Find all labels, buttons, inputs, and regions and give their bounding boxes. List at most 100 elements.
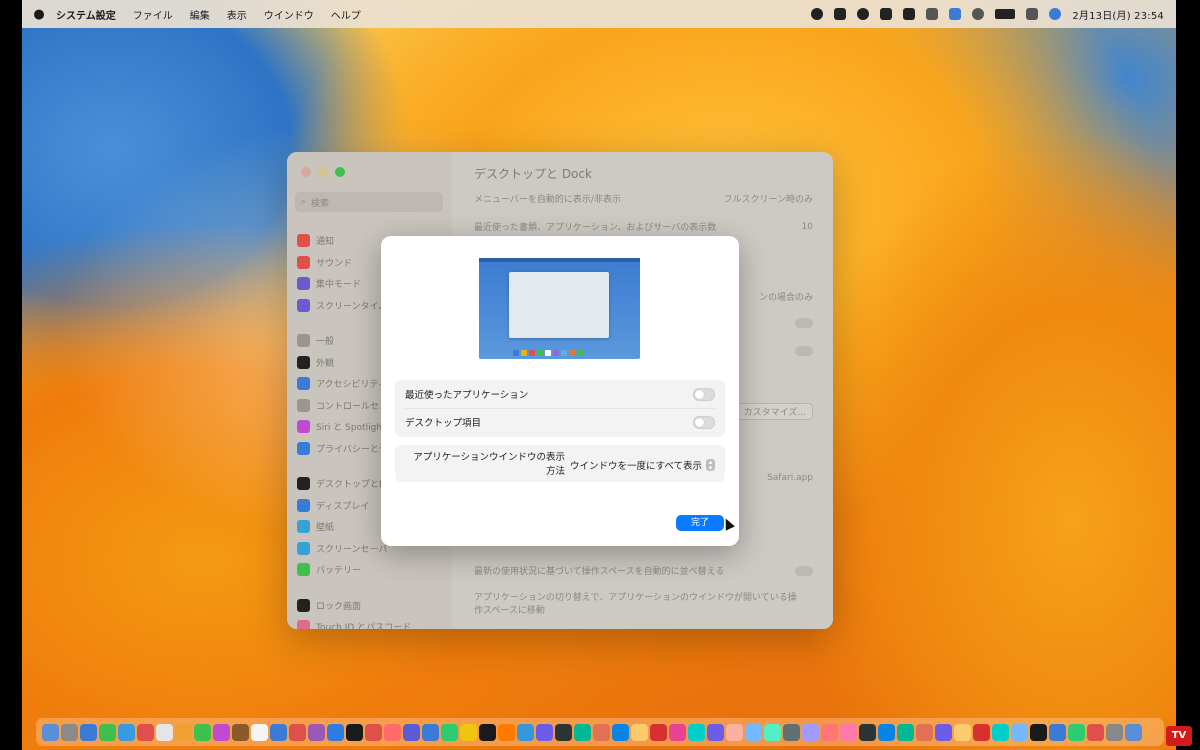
rearrange-spaces-row: 最新の使用状況に基づいて操作スペースを自動的に並べ替える: [474, 564, 813, 577]
dock-app-icon[interactable]: [593, 723, 610, 741]
dock-app-icon[interactable]: [118, 723, 135, 741]
menubar-autohide-select[interactable]: フルスクリーン時のみ: [723, 192, 813, 205]
dock-app-icon[interactable]: [859, 723, 876, 741]
dock-app-icon[interactable]: [935, 723, 952, 741]
rearrange-spaces-toggle[interactable]: [795, 565, 813, 576]
dock-app-icon[interactable]: [327, 723, 344, 741]
recent-items-select[interactable]: 10: [802, 222, 813, 232]
dock-app-icon[interactable]: [764, 723, 781, 741]
customize-button[interactable]: カスタマイズ...: [736, 403, 813, 420]
dock-app-icon[interactable]: [422, 723, 439, 741]
background-toggle-1[interactable]: [795, 318, 813, 328]
dock-app-icon[interactable]: [460, 723, 477, 741]
screen-capture-icon[interactable]: [903, 8, 916, 20]
menu-app-name[interactable]: システム設定: [56, 7, 116, 22]
dock-app-icon[interactable]: [61, 723, 78, 741]
dropbox-icon[interactable]: [834, 8, 847, 20]
dock-app-icon[interactable]: [270, 723, 287, 741]
dock-app-icon[interactable]: [517, 723, 534, 741]
dock-app-icon[interactable]: [1030, 723, 1047, 741]
dock-app-icon[interactable]: [897, 723, 914, 741]
apple-menu-icon[interactable]: ●: [22, 7, 56, 22]
dock-app-icon[interactable]: [745, 723, 762, 741]
preview-dock-icon: [545, 350, 551, 356]
dock-app-icon[interactable]: [783, 723, 800, 741]
dock-app-icon[interactable]: [707, 723, 724, 741]
menu-clock[interactable]: 2月13日(月) 23:54: [1072, 7, 1164, 22]
dock-app-icon[interactable]: [916, 723, 933, 741]
dock-app-icon[interactable]: [403, 723, 420, 741]
sidebar-item-label: 一般: [316, 337, 335, 348]
dock-app-icon[interactable]: [802, 723, 819, 741]
menu-window[interactable]: ウインドウ: [264, 7, 314, 22]
dock-app-icon[interactable]: [1125, 723, 1142, 741]
dock-app-icon[interactable]: [536, 723, 553, 741]
shield-icon[interactable]: [880, 8, 893, 20]
dock-app-icon[interactable]: [80, 723, 97, 741]
sidebar-search-input[interactable]: ⌕ 検索: [295, 192, 443, 212]
cloud-icon[interactable]: [857, 8, 870, 20]
dock-app-icon[interactable]: [251, 723, 268, 741]
menu-edit[interactable]: 編集: [190, 7, 210, 22]
dock-app-icon[interactable]: [688, 723, 705, 741]
dock-app-icon[interactable]: [175, 723, 192, 741]
dock-app-icon[interactable]: [99, 723, 116, 741]
dock-app-icon[interactable]: [384, 723, 401, 741]
dock-app-icon[interactable]: [137, 723, 154, 741]
preview-dock-icon: [569, 350, 575, 356]
dock-app-icon[interactable]: [232, 723, 249, 741]
dock-app-icon[interactable]: [346, 723, 363, 741]
battery-icon[interactable]: [995, 9, 1016, 19]
close-icon[interactable]: [301, 167, 311, 177]
dock-app-icon[interactable]: [1106, 723, 1123, 741]
dock-app-icon[interactable]: [726, 723, 743, 741]
menu-file[interactable]: ファイル: [133, 7, 173, 22]
dock-app-icon[interactable]: [289, 723, 306, 741]
menu-help[interactable]: ヘルプ: [331, 7, 361, 22]
control-center-icon[interactable]: [1026, 8, 1039, 20]
dock-app-icon[interactable]: [194, 723, 211, 741]
dock-app-icon[interactable]: [840, 723, 857, 741]
dock-app-icon[interactable]: [574, 723, 591, 741]
background-toggle-2[interactable]: [795, 346, 813, 356]
search-icon[interactable]: [972, 8, 985, 20]
dock-app-icon[interactable]: [441, 723, 458, 741]
dock-app-icon[interactable]: [498, 723, 515, 741]
status-app-icon[interactable]: [811, 8, 824, 20]
dock-app-icon[interactable]: [612, 723, 629, 741]
done-button[interactable]: 完了: [676, 515, 724, 531]
siri-icon[interactable]: [1049, 8, 1062, 20]
dock-app-icon[interactable]: [365, 723, 382, 741]
dock-app-icon[interactable]: [308, 723, 325, 741]
dock-app-icon[interactable]: [954, 723, 971, 741]
dock-app-icon[interactable]: [821, 723, 838, 741]
minimize-icon[interactable]: [318, 167, 328, 177]
desktop-items-toggle[interactable]: [693, 415, 715, 429]
dock-app-icon[interactable]: [631, 723, 648, 741]
volume-icon[interactable]: [926, 8, 939, 20]
dock-app-icon[interactable]: [1011, 723, 1028, 741]
dock-app-icon[interactable]: [973, 723, 990, 741]
sidebar-item[interactable]: ロック画面: [297, 595, 447, 617]
dock-app-icon[interactable]: [669, 723, 686, 741]
dock-app-icon[interactable]: [992, 723, 1009, 741]
recent-apps-toggle[interactable]: [693, 387, 715, 401]
dock-app-icon[interactable]: [555, 723, 572, 741]
dock-app-icon[interactable]: [479, 723, 496, 741]
default-browser-select[interactable]: Safari.app: [767, 473, 813, 483]
dock-app-icon[interactable]: [878, 723, 895, 741]
dock-app-icon[interactable]: [650, 723, 667, 741]
sidebar-item[interactable]: バッテリー: [297, 559, 447, 581]
dock-app-icon[interactable]: [156, 723, 173, 741]
dock-app-icon[interactable]: [1087, 723, 1104, 741]
zoom-icon[interactable]: [335, 167, 345, 177]
input-source-icon[interactable]: [949, 8, 962, 20]
dock-app-icon[interactable]: [1049, 723, 1066, 741]
dock-app-icon[interactable]: [1068, 723, 1085, 741]
window-display-select[interactable]: ウインドウを一度にすべて表示 ▴ ▾: [570, 458, 715, 472]
dock-app-icon[interactable]: [213, 723, 230, 741]
tabs-select[interactable]: ンの場合のみ: [759, 290, 813, 303]
menu-view[interactable]: 表示: [227, 7, 247, 22]
sidebar-item[interactable]: Touch ID とパスコード: [297, 616, 447, 629]
dock-app-icon[interactable]: [42, 723, 59, 741]
